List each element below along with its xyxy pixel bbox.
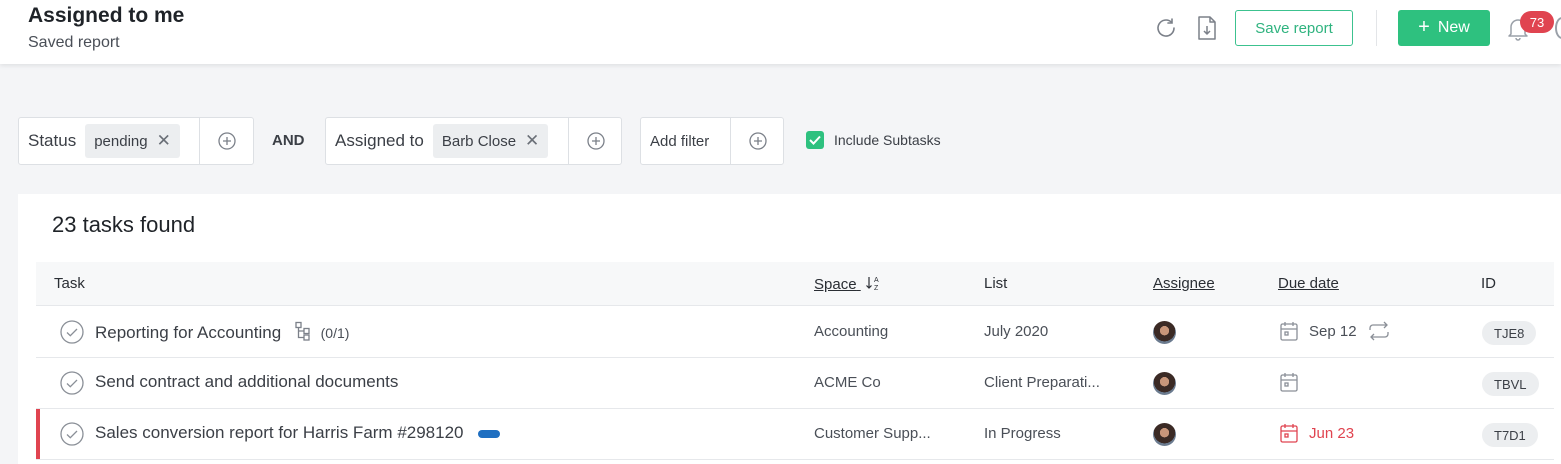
task-id: T7D1 bbox=[1482, 423, 1538, 447]
subtask-count: (0/1) bbox=[320, 325, 350, 341]
results-count: 23 tasks found bbox=[52, 212, 196, 237]
table-row[interactable]: Send contract and additional documents A… bbox=[36, 358, 1554, 409]
complete-task-icon[interactable] bbox=[60, 320, 84, 344]
task-name-text: Reporting for Accounting bbox=[95, 323, 282, 342]
avatar[interactable] bbox=[1153, 423, 1176, 446]
tag-pill[interactable] bbox=[478, 429, 501, 438]
task-name[interactable]: Send contract and additional documents bbox=[95, 372, 398, 392]
add-circle-icon bbox=[586, 132, 605, 150]
column-list: List bbox=[984, 275, 1008, 292]
space-cell: Accounting bbox=[814, 323, 889, 340]
list-cell: In Progress bbox=[984, 425, 1061, 442]
column-due-date[interactable]: Due date bbox=[1278, 275, 1339, 292]
table-row[interactable]: Reporting for Accounting (0/1) Accountin… bbox=[36, 307, 1554, 358]
export-icon[interactable] bbox=[1194, 13, 1220, 43]
add-status-value-button[interactable] bbox=[199, 118, 254, 164]
table-header: Task Space AZ List Assignee Due date ID bbox=[36, 262, 1554, 306]
notification-badge: 73 bbox=[1520, 11, 1554, 33]
task-id: TBVL bbox=[1482, 372, 1539, 396]
svg-text:A: A bbox=[874, 277, 879, 284]
add-filter-group: Add filter bbox=[640, 117, 784, 165]
sort-az-icon[interactable]: AZ bbox=[865, 275, 883, 292]
task-name-text: Sales conversion report for Harris Farm … bbox=[95, 423, 464, 442]
assigned-chip[interactable]: Barb Close ✕ bbox=[432, 124, 549, 158]
status-filter: Status pending ✕ bbox=[18, 117, 254, 165]
refresh-icon[interactable] bbox=[1153, 13, 1179, 43]
add-circle-icon bbox=[748, 132, 767, 150]
column-assignee[interactable]: Assignee bbox=[1153, 275, 1215, 292]
include-subtasks-checkbox[interactable] bbox=[806, 131, 824, 149]
task-name[interactable]: Reporting for Accounting (0/1) bbox=[95, 321, 349, 343]
recurring-icon bbox=[1368, 321, 1389, 341]
column-task: Task bbox=[54, 275, 85, 292]
due-date-cell[interactable]: Sep 12 bbox=[1279, 320, 1391, 342]
avatar[interactable] bbox=[1153, 372, 1176, 395]
check-icon bbox=[809, 135, 821, 145]
save-report-button[interactable]: Save report bbox=[1235, 10, 1353, 46]
column-space-label: Space bbox=[814, 276, 857, 293]
remove-status-icon[interactable]: ✕ bbox=[157, 131, 171, 151]
include-subtasks-toggle[interactable]: Include Subtasks bbox=[806, 131, 941, 149]
avatar[interactable] bbox=[1153, 321, 1176, 344]
due-date-cell[interactable]: Jun 23 bbox=[1279, 422, 1354, 444]
complete-task-icon[interactable] bbox=[60, 371, 84, 395]
status-chip-value: pending bbox=[94, 132, 148, 150]
assigned-chip-value: Barb Close bbox=[441, 132, 517, 150]
filter-and-operator: AND bbox=[272, 132, 305, 149]
new-button[interactable]: + New bbox=[1398, 10, 1490, 46]
task-id: TJE8 bbox=[1482, 321, 1537, 345]
header-divider bbox=[1376, 10, 1377, 46]
space-cell: Customer Supp... bbox=[814, 425, 931, 442]
plus-icon: + bbox=[1418, 16, 1430, 38]
column-id: ID bbox=[1481, 275, 1496, 292]
list-cell: July 2020 bbox=[984, 323, 1049, 340]
task-name[interactable]: Sales conversion report for Harris Farm … bbox=[95, 423, 501, 443]
assigned-filter: Assigned to Barb Close ✕ bbox=[325, 117, 622, 165]
calendar-icon bbox=[1280, 322, 1298, 341]
add-filter-label[interactable]: Add filter bbox=[641, 133, 718, 150]
due-date-cell[interactable] bbox=[1279, 371, 1299, 393]
status-chip[interactable]: pending ✕ bbox=[85, 124, 180, 158]
add-filter-button[interactable] bbox=[730, 118, 784, 164]
table-row[interactable]: Sales conversion report for Harris Farm … bbox=[36, 409, 1554, 460]
due-date-text: Sep 12 bbox=[1309, 322, 1357, 340]
user-avatar-edge[interactable] bbox=[1555, 17, 1561, 39]
status-filter-label: Status bbox=[28, 131, 77, 150]
include-subtasks-label: Include Subtasks bbox=[834, 132, 941, 148]
svg-text:Z: Z bbox=[874, 285, 879, 291]
remove-assigned-icon[interactable]: ✕ bbox=[525, 131, 539, 151]
page-title: Assigned to me bbox=[28, 4, 185, 27]
column-space[interactable]: Space AZ bbox=[814, 275, 883, 293]
assigned-filter-label: Assigned to bbox=[335, 131, 424, 150]
page-header: Assigned to me Saved report Save report … bbox=[0, 0, 1561, 64]
calendar-icon bbox=[1280, 424, 1298, 443]
complete-task-icon[interactable] bbox=[60, 422, 84, 446]
subtask-icon bbox=[295, 321, 310, 341]
add-circle-icon bbox=[218, 132, 236, 150]
page-subtitle: Saved report bbox=[28, 34, 120, 51]
list-cell: Client Preparati... bbox=[984, 374, 1100, 391]
calendar-icon bbox=[1280, 373, 1298, 392]
new-button-label: New bbox=[1437, 19, 1470, 36]
space-cell: ACME Co bbox=[814, 374, 881, 391]
add-assignee-button[interactable] bbox=[568, 118, 622, 164]
due-date-text: Jun 23 bbox=[1309, 424, 1355, 442]
